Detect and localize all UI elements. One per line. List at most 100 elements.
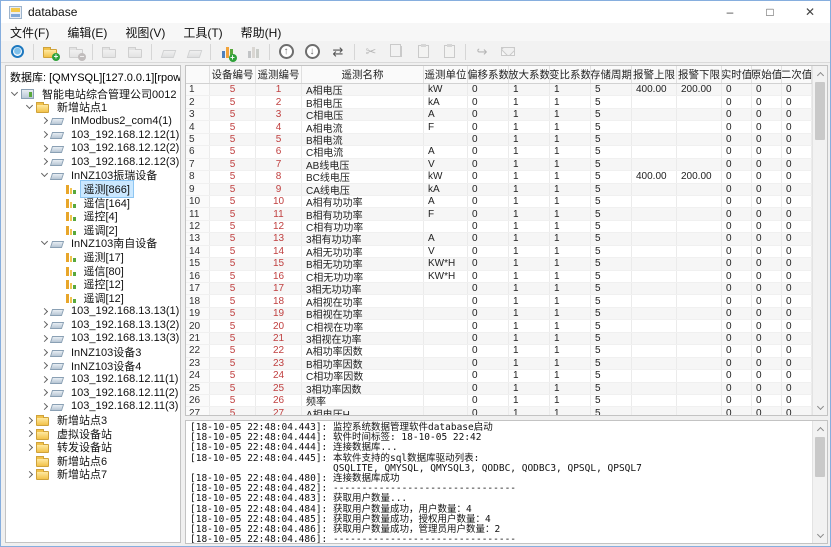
table-cell[interactable]: 19 (256, 308, 302, 319)
table-cell[interactable]: 5 (210, 407, 256, 415)
table-cell[interactable]: 0 (782, 96, 812, 107)
table-cell[interactable]: 0 (722, 395, 752, 406)
table-cell[interactable]: 0 (782, 221, 812, 232)
scroll-down-arrow-icon[interactable] (813, 400, 827, 415)
table-cell[interactable]: 0 (782, 295, 812, 306)
table-cell[interactable]: 1 (509, 383, 550, 394)
tree-item-16[interactable]: 遥调[12] (6, 291, 180, 305)
table-cell[interactable]: 16 (186, 271, 210, 282)
table-cell[interactable]: A (424, 233, 468, 244)
table-row[interactable]: 14514A相无功功率V0115000 (186, 246, 827, 258)
scroll-up-arrow-icon[interactable] (813, 66, 827, 81)
table-cell[interactable]: 1 (550, 246, 591, 257)
table-cell[interactable]: 1 (550, 295, 591, 306)
scrollbar-thumb[interactable] (815, 82, 825, 140)
table-cell[interactable] (677, 196, 722, 207)
table-cell[interactable]: 0 (752, 383, 782, 394)
delete-point-button[interactable] (241, 42, 265, 62)
table-cell[interactable]: 0 (782, 258, 812, 269)
table-cell[interactable]: 5 (210, 271, 256, 282)
table-cell[interactable] (424, 320, 468, 331)
table-cell[interactable]: 0 (752, 109, 782, 120)
table-cell[interactable] (632, 159, 677, 170)
table-cell[interactable] (632, 109, 677, 120)
table-row[interactable]: 175173相无功功率0115000 (186, 283, 827, 295)
table-cell[interactable]: 1 (550, 146, 591, 157)
table-cell[interactable]: 5 (591, 109, 632, 120)
table-cell[interactable] (632, 246, 677, 257)
column-header-12[interactable]: 原始值 (752, 66, 782, 83)
table-cell[interactable]: B相功率因数 (302, 358, 424, 369)
expander-right-icon[interactable] (26, 417, 33, 424)
table-cell[interactable]: 0 (782, 271, 812, 282)
table-cell[interactable]: 15 (186, 258, 210, 269)
table-cell[interactable]: 0 (722, 233, 752, 244)
expander-right-icon[interactable] (41, 335, 48, 342)
table-cell[interactable]: 0 (782, 395, 812, 406)
table-cell[interactable]: 5 (591, 383, 632, 394)
table-cell[interactable]: 1 (550, 271, 591, 282)
table-cell[interactable]: 0 (752, 246, 782, 257)
table-cell[interactable] (677, 383, 722, 394)
table-cell[interactable]: C相电压 (302, 109, 424, 120)
tree-item-22[interactable]: 103_192.168.12.11(1) (6, 372, 180, 386)
table-cell[interactable]: 25 (186, 383, 210, 394)
expander-right-icon[interactable] (41, 145, 48, 152)
tree-item-3[interactable]: InModbus2_com4(1) (6, 114, 180, 128)
table-cell[interactable]: 5 (591, 395, 632, 406)
table-cell[interactable]: 6 (186, 146, 210, 157)
table-cell[interactable]: 0 (752, 233, 782, 244)
table-cell[interactable] (677, 395, 722, 406)
table-cell[interactable]: 0 (752, 333, 782, 344)
table-cell[interactable]: 200.00 (677, 84, 722, 95)
table-cell[interactable]: 3相视在功率 (302, 333, 424, 344)
table-cell[interactable]: AB线电压 (302, 159, 424, 170)
table-cell[interactable]: 2 (186, 96, 210, 107)
table-cell[interactable] (632, 134, 677, 145)
table-cell[interactable]: 5 (210, 84, 256, 95)
expander-right-icon[interactable] (41, 403, 48, 410)
table-cell[interactable]: 0 (468, 109, 509, 120)
table-cell[interactable]: 5 (591, 258, 632, 269)
table-cell[interactable]: 9 (186, 184, 210, 195)
table-cell[interactable]: 5 (210, 258, 256, 269)
table-cell[interactable] (632, 233, 677, 244)
table-cell[interactable]: 0 (782, 345, 812, 356)
table-cell[interactable]: 1 (509, 395, 550, 406)
table-cell[interactable]: 5 (591, 196, 632, 207)
table-cell[interactable]: kW (424, 84, 468, 95)
table-cell[interactable] (632, 370, 677, 381)
table-cell[interactable]: KW*H (424, 271, 468, 282)
table-cell[interactable]: 4 (256, 121, 302, 132)
table-cell[interactable]: 0 (468, 283, 509, 294)
table-cell[interactable]: A相电压 (302, 84, 424, 95)
table-cell[interactable]: 5 (210, 333, 256, 344)
table-cell[interactable]: 5 (591, 370, 632, 381)
table-cell[interactable] (424, 283, 468, 294)
tree-item-18[interactable]: 103_192.168.13.13(2) (6, 318, 180, 332)
table-cell[interactable]: 3相有功功率 (302, 233, 424, 244)
column-header-13[interactable]: 二次值 (782, 66, 812, 83)
table-cell[interactable]: 0 (782, 171, 812, 182)
expander-right-icon[interactable] (41, 362, 48, 369)
table-cell[interactable]: 1 (550, 196, 591, 207)
table-cell[interactable]: 0 (722, 308, 752, 319)
table-cell[interactable]: 1 (550, 109, 591, 120)
table-cell[interactable]: 5 (210, 395, 256, 406)
table-cell[interactable]: 5 (210, 246, 256, 257)
table-cell[interactable]: 13 (256, 233, 302, 244)
table-cell[interactable]: 26 (186, 395, 210, 406)
tree-item-17[interactable]: 103_192.168.13.13(1) (6, 305, 180, 319)
table-cell[interactable]: 0 (752, 84, 782, 95)
scroll-down-arrow-icon[interactable] (813, 528, 827, 543)
table-cell[interactable]: 7 (256, 159, 302, 170)
table-cell[interactable]: 0 (752, 320, 782, 331)
expander-right-icon[interactable] (41, 389, 48, 396)
table-cell[interactable]: 5 (210, 196, 256, 207)
table-cell[interactable]: 0 (782, 358, 812, 369)
table-cell[interactable]: 0 (722, 358, 752, 369)
table-vertical-scrollbar[interactable] (812, 66, 827, 415)
table-cell[interactable]: 0 (722, 96, 752, 107)
table-row[interactable]: 656C相电流A0115000 (186, 146, 827, 158)
table-cell[interactable]: 0 (752, 258, 782, 269)
